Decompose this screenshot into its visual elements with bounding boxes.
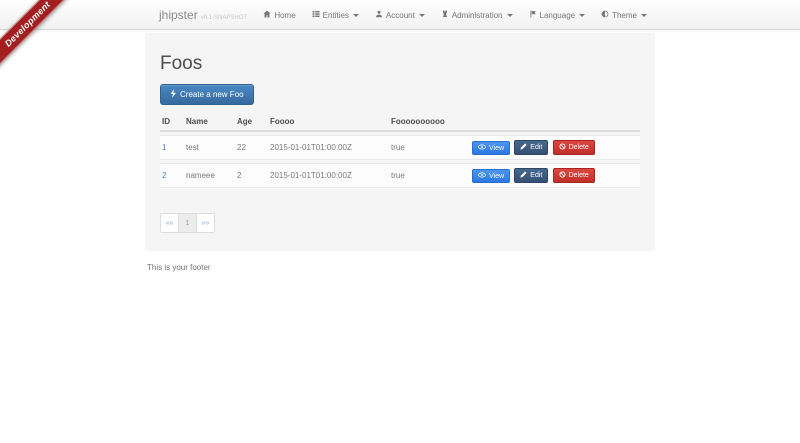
header-actions — [470, 114, 640, 132]
view-button[interactable]: View — [472, 141, 510, 155]
nav-label: Theme — [612, 11, 637, 20]
header-age: Age — [235, 114, 268, 132]
contrast-icon — [601, 10, 609, 20]
create-foo-label: Create a new Foo — [180, 90, 244, 99]
row-id-link[interactable]: 1 — [162, 143, 166, 152]
eye-icon — [478, 144, 486, 152]
pencil-icon — [520, 143, 527, 152]
foos-panel: Foos Create a new Foo ID Name Age Foooo … — [145, 33, 655, 251]
chevron-down-icon — [419, 14, 425, 17]
delete-button[interactable]: Delete — [553, 168, 595, 183]
chevron-down-icon — [641, 14, 647, 17]
pencil-icon — [520, 171, 527, 180]
flash-icon — [170, 89, 177, 100]
eye-icon — [478, 172, 486, 180]
header-foooooooooo: Foooooooooo — [389, 114, 470, 132]
chevron-down-icon — [507, 14, 513, 17]
nav-item-theme[interactable]: Theme — [593, 0, 655, 30]
main-nav: Home Entities Account Administration Lan… — [255, 0, 655, 30]
nav-label: Administration — [452, 11, 503, 20]
ban-circle-icon — [559, 143, 566, 152]
ban-circle-icon — [559, 171, 566, 180]
user-icon — [375, 10, 383, 20]
header-foooo: Foooo — [268, 114, 389, 132]
current-page-button[interactable]: 1 — [178, 213, 197, 233]
cell-foooo: 2015-01-01T01:00:00Z — [268, 135, 389, 160]
table-row: 1 test 22 2015-01-01T01:00:00Z true View… — [160, 135, 640, 160]
nav-label: Entities — [323, 11, 349, 20]
flag-icon — [529, 10, 537, 20]
cell-name: test — [184, 135, 235, 160]
brand-link[interactable]: jhipster v0.1-SNAPSHOT — [145, 8, 247, 22]
header-name: Name — [184, 114, 235, 132]
nav-label: Language — [540, 11, 576, 20]
navbar: jhipster v0.1-SNAPSHOT Home Entities Acc… — [0, 0, 800, 30]
page-title: Foos — [160, 53, 640, 75]
chevron-down-icon — [353, 14, 359, 17]
view-button[interactable]: View — [472, 169, 510, 183]
cell-foooooooooo: true — [389, 163, 470, 188]
header-id: ID — [160, 114, 184, 132]
row-id-link[interactable]: 2 — [162, 171, 166, 180]
table-header-row: ID Name Age Foooo Foooooooooo — [160, 114, 640, 132]
home-icon — [263, 10, 271, 20]
edit-button[interactable]: Edit — [514, 140, 548, 155]
cell-age: 2 — [235, 163, 268, 188]
create-foo-button[interactable]: Create a new Foo — [160, 84, 254, 105]
nav-item-entities[interactable]: Entities — [304, 0, 367, 30]
pagination: «« 1 »» — [160, 213, 215, 233]
edit-button[interactable]: Edit — [514, 168, 548, 183]
tower-icon — [441, 10, 449, 20]
cell-name: nameee — [184, 163, 235, 188]
nav-label: Home — [274, 11, 295, 20]
cell-age: 22 — [235, 135, 268, 160]
nav-label: Account — [386, 11, 415, 20]
chevron-down-icon — [579, 14, 585, 17]
table-row: 2 nameee 2 2015-01-01T01:00:00Z true Vie… — [160, 163, 640, 188]
brand-version: v0.1-SNAPSHOT — [201, 15, 247, 21]
nav-item-administration[interactable]: Administration — [433, 0, 521, 30]
foos-table: ID Name Age Foooo Foooooooooo 1 test 22 … — [160, 111, 640, 191]
delete-button[interactable]: Delete — [553, 140, 595, 155]
nav-item-language[interactable]: Language — [521, 0, 594, 30]
cell-foooooooooo: true — [389, 135, 470, 160]
nav-item-account[interactable]: Account — [367, 0, 433, 30]
cell-foooo: 2015-01-01T01:00:00Z — [268, 163, 389, 188]
th-list-icon — [312, 10, 320, 20]
footer-text: This is your footer — [145, 263, 655, 272]
brand-name: jhipster — [159, 8, 198, 22]
last-page-button[interactable]: »» — [196, 213, 215, 233]
nav-item-home[interactable]: Home — [255, 0, 303, 30]
first-page-button[interactable]: «« — [160, 213, 179, 233]
